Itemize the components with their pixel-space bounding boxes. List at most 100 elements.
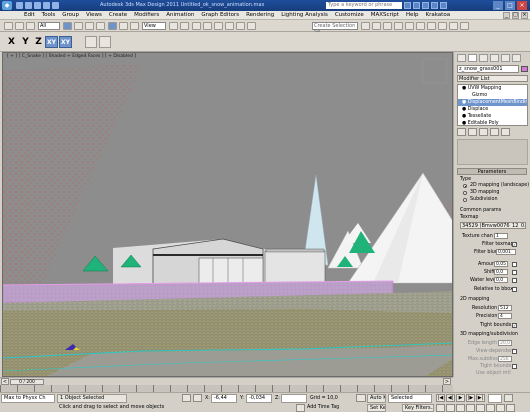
pan-icon[interactable] [486, 404, 495, 412]
modify-tab-icon[interactable] [468, 54, 477, 62]
scale-icon[interactable] [130, 22, 139, 30]
snap-toggle-icon[interactable] [85, 36, 97, 48]
add-time-tag-button[interactable]: Add Time Tag [307, 405, 339, 410]
maximize-icon[interactable]: □ [505, 1, 515, 10]
maxscript-listener[interactable]: Max to Physx Ch [1, 394, 55, 403]
trackbar[interactable] [0, 385, 453, 392]
communication-icon[interactable] [422, 2, 429, 9]
shift-spinner[interactable]: 0,0 [494, 269, 508, 275]
next-key-icon[interactable]: |▶ [466, 394, 475, 402]
axis-x-button[interactable]: X [5, 36, 18, 48]
selection-filter-dropdown[interactable]: All [38, 22, 60, 30]
water-level-checkbox[interactable] [512, 278, 517, 283]
tight-bounds-checkbox[interactable]: ✓ [512, 323, 517, 328]
curve-editor-icon[interactable] [405, 22, 414, 30]
modifier-stack-item[interactable]: Gizmo [458, 92, 527, 99]
goto-start-icon[interactable]: |◀ [436, 394, 445, 402]
undo-toolbar-icon[interactable] [4, 22, 13, 30]
search-icon[interactable] [404, 2, 411, 9]
render-setup-icon[interactable] [438, 22, 447, 30]
viewport-label[interactable]: [ + ] [ C_Snake ] [ Shaded + Edged Faces… [7, 54, 136, 59]
axis-xy-button[interactable]: XY [45, 36, 58, 48]
x-coord-field[interactable]: -6,44 [211, 394, 237, 403]
object-color-swatch[interactable] [521, 66, 528, 72]
water-level-spinner[interactable]: 0,0 [494, 277, 508, 283]
type-subdiv-radio[interactable] [463, 198, 467, 202]
axis-xy-cycle-button[interactable]: XY [59, 36, 72, 48]
filter-blur-spinner[interactable]: 0,001 [496, 249, 516, 255]
key-mode-dropdown[interactable]: Selected [388, 394, 432, 403]
close-icon[interactable]: × [517, 1, 527, 10]
menu-item-graph-editors[interactable]: Graph Editors [201, 12, 239, 18]
view-dependent-checkbox[interactable] [512, 349, 517, 354]
menu-item-create[interactable]: Create [109, 12, 127, 18]
key-icon[interactable] [356, 394, 366, 402]
time-config-icon[interactable] [504, 394, 513, 402]
precision-spinner[interactable]: 4 [498, 313, 512, 319]
material-editor-icon[interactable] [427, 22, 436, 30]
filter-texmap-checkbox[interactable]: ✓ [512, 242, 517, 247]
favorites-icon[interactable] [431, 2, 438, 9]
amount-map-checkbox[interactable] [512, 262, 517, 267]
new-file-icon[interactable] [16, 2, 23, 9]
rendered-frame-icon[interactable] [449, 22, 458, 30]
hierarchy-tab-icon[interactable] [479, 54, 488, 62]
ref-coord-dropdown[interactable]: View [142, 22, 166, 30]
configure-sets-icon[interactable] [501, 128, 510, 136]
axis-y-button[interactable]: Y [19, 36, 32, 48]
subscription-icon[interactable] [413, 2, 420, 9]
display-tab-icon[interactable] [501, 54, 510, 62]
keyboard-shortcut-icon[interactable] [192, 22, 201, 30]
maximize-viewport-icon[interactable] [506, 404, 515, 412]
make-unique-icon[interactable] [479, 128, 488, 136]
app-logo-icon[interactable]: ◆ [2, 1, 12, 10]
tight-bounds-2-checkbox[interactable] [512, 364, 517, 369]
snap-options-icon[interactable] [99, 36, 111, 48]
menu-item-group[interactable]: Group [62, 12, 79, 18]
max-subdivs-spinner[interactable]: 256 [498, 356, 512, 362]
orbit-icon[interactable] [496, 404, 505, 412]
menu-item-maxscript[interactable]: MAXScript [371, 12, 399, 18]
select-object-icon[interactable] [63, 22, 72, 30]
z-coord-field[interactable] [281, 394, 307, 403]
menu-item-tools[interactable]: Tools [42, 12, 56, 18]
layer-manager-icon[interactable] [383, 22, 392, 30]
undo-icon[interactable] [43, 2, 50, 9]
resolution-spinner[interactable]: 512 [498, 305, 512, 311]
key-filters-button[interactable]: Key Filters... [402, 404, 434, 412]
zoom-extents-icon[interactable] [456, 404, 465, 412]
modifier-stack-item[interactable]: ● UVW Mapping [458, 85, 527, 92]
y-coord-field[interactable]: -0,034 [246, 394, 272, 403]
zoom-icon[interactable] [436, 404, 445, 412]
play-icon[interactable]: ▶ [456, 394, 465, 402]
snap-3d-icon[interactable] [203, 22, 212, 30]
rect-selection-icon[interactable] [85, 22, 94, 30]
edit-named-sets-icon[interactable] [247, 22, 256, 30]
menu-item-rendering[interactable]: Rendering [246, 12, 274, 18]
doc-close-icon[interactable]: × [521, 12, 528, 19]
pin-stack-icon[interactable] [457, 128, 466, 136]
redo-toolbar-icon[interactable] [15, 22, 24, 30]
current-frame-field[interactable] [488, 394, 502, 403]
selection-set-dropdown[interactable]: Create Selection Se [312, 22, 358, 35]
texmap-button[interactable]: 34529 (Bmvw0076_12_0.jpg) [460, 222, 526, 229]
percent-snap-icon[interactable] [225, 22, 234, 30]
menu-item-help[interactable]: Help [406, 12, 419, 18]
menu-item-animation[interactable]: Animation [166, 12, 194, 18]
menu-item-edit[interactable]: Edit [24, 12, 35, 18]
menu-item-lighting-analysis[interactable]: Lighting Analysis [281, 12, 328, 18]
modifier-list-dropdown[interactable]: Modifier List [457, 75, 528, 82]
doc-restore-icon[interactable]: □ [512, 12, 519, 19]
graphite-ribbon-icon[interactable] [394, 22, 403, 30]
select-by-name-icon[interactable] [74, 22, 83, 30]
angle-snap-icon[interactable] [214, 22, 223, 30]
edge-length-spinner[interactable]: 20,0 [498, 340, 512, 346]
open-file-icon[interactable] [25, 2, 32, 9]
show-end-result-icon[interactable] [468, 128, 477, 136]
menu-item-krakatoa[interactable]: Krakatoa [425, 12, 450, 18]
modifier-stack-item[interactable]: ● DisplacementMeshBinding [458, 99, 527, 106]
next-frame-icon[interactable]: > [443, 378, 451, 385]
relative-to-bbox-checkbox[interactable] [512, 287, 517, 292]
prev-key-icon[interactable]: ◀| [446, 394, 455, 402]
align-icon[interactable] [372, 22, 381, 30]
